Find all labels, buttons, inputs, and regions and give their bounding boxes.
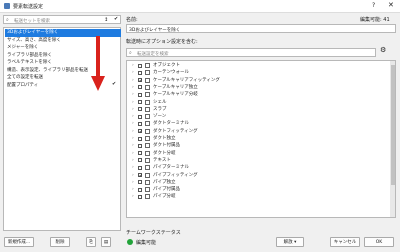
chevron-right-icon[interactable]: › — [132, 128, 134, 135]
checkbox[interactable] — [138, 194, 142, 199]
chevron-right-icon[interactable]: › — [132, 135, 134, 142]
checkbox[interactable] — [138, 180, 142, 185]
element-icon — [145, 128, 150, 134]
element-icon — [145, 84, 150, 90]
search-icon: ⌕ — [129, 50, 132, 56]
import-icon[interactable]: ⎘ — [86, 237, 96, 247]
element-icon — [145, 63, 150, 68]
chevron-right-icon[interactable]: › — [132, 172, 134, 179]
new-button[interactable]: 新規作成... — [4, 237, 34, 247]
chevron-right-icon[interactable]: › — [132, 179, 134, 186]
edit-available: 編集可能: 41 — [360, 17, 390, 23]
name-label: 名前: — [126, 17, 138, 23]
applied-check-icon: ✔ — [112, 81, 117, 87]
search-icon: ⌕ — [6, 17, 9, 23]
element-icon — [145, 194, 150, 200]
chevron-right-icon[interactable]: › — [132, 142, 134, 149]
chevron-right-icon[interactable]: › — [132, 186, 134, 193]
element-icon — [145, 99, 150, 105]
element-icon — [145, 121, 150, 127]
window-title: 要素転送設定 — [13, 4, 44, 10]
scrollbar-thumb[interactable] — [391, 65, 395, 185]
chevron-right-icon[interactable]: › — [132, 150, 134, 157]
chevron-right-icon[interactable]: › — [132, 193, 134, 200]
element-icon — [145, 106, 150, 112]
element-icon — [145, 70, 150, 76]
chevron-right-icon[interactable]: › — [132, 99, 134, 106]
checkbox[interactable]: ✔ — [138, 129, 142, 134]
sort-icon[interactable]: ↕ — [104, 17, 108, 23]
element-icon — [145, 187, 150, 193]
chevron-right-icon[interactable]: › — [132, 106, 134, 113]
checkbox[interactable] — [138, 158, 142, 163]
check-column-icon: ✔ — [114, 16, 119, 22]
chevron-right-icon[interactable]: › — [132, 113, 134, 120]
chevron-right-icon[interactable]: › — [132, 84, 134, 91]
element-icon — [145, 92, 150, 98]
help-button[interactable]: ? — [372, 2, 375, 9]
elements-label: 転送時にオプション設定を含む: — [126, 39, 198, 45]
app-icon — [4, 3, 10, 9]
checkbox[interactable] — [138, 143, 142, 148]
element-icon — [145, 114, 150, 120]
close-button[interactable]: ✕ — [388, 1, 394, 9]
title-bar: 要素転送設定 ? ✕ — [0, 0, 400, 13]
name-field[interactable]: 3Dおよびレイヤーを除く — [126, 24, 396, 33]
gear-icon[interactable]: ⚙ — [380, 46, 386, 54]
ok-button[interactable]: OK — [364, 237, 394, 247]
checkbox[interactable]: ✔ — [138, 173, 142, 178]
element-icon — [145, 136, 150, 141]
chevron-right-icon[interactable]: › — [132, 164, 134, 171]
checkbox[interactable]: ✔ — [138, 78, 142, 83]
right-search-input[interactable]: ⌕ 転送設定を検索 — [126, 48, 376, 57]
checkbox[interactable] — [138, 114, 142, 119]
chevron-down-icon: ▾ — [292, 240, 297, 245]
element-icon — [145, 157, 150, 163]
teamwork-label: チームワークステータス — [126, 230, 181, 236]
delete-button[interactable]: 削除 — [50, 237, 70, 247]
chevron-right-icon[interactable]: › — [132, 91, 134, 98]
element-tree: › オブジェクト › カーテンウォール › ✔ ケーブルキャリアフィッティング › ケーブ… — [126, 60, 396, 218]
checkbox[interactable] — [138, 165, 142, 170]
chevron-right-icon[interactable]: › — [132, 69, 134, 76]
down-arrow-annotation — [91, 36, 105, 91]
checkbox[interactable] — [138, 85, 142, 90]
element-icon — [145, 179, 150, 185]
release-button[interactable]: 解放 ▾ — [276, 237, 304, 247]
element-icon — [145, 150, 150, 156]
export-icon[interactable]: ▤ — [101, 237, 111, 247]
chevron-right-icon[interactable]: › — [132, 157, 134, 164]
name-value: 3Dおよびレイヤーを除く — [129, 27, 181, 33]
checkbox[interactable] — [138, 187, 142, 192]
element-icon — [145, 77, 150, 83]
checkbox[interactable] — [138, 70, 142, 75]
checkbox[interactable] — [138, 100, 142, 104]
cancel-button[interactable]: キャンセル — [330, 237, 360, 247]
tree-scrollbar[interactable] — [390, 61, 395, 217]
arrow-shaft — [96, 36, 100, 78]
element-icon — [145, 165, 150, 171]
element-icon — [145, 172, 150, 178]
chevron-right-icon[interactable]: › — [132, 77, 134, 84]
search-placeholder: 転送設定を検索 — [137, 51, 169, 57]
checkbox[interactable] — [138, 136, 142, 141]
chevron-right-icon[interactable]: › — [132, 120, 134, 127]
status-green-icon — [127, 239, 133, 245]
checkbox[interactable] — [138, 92, 142, 97]
checkbox[interactable] — [138, 63, 142, 68]
arrow-head — [91, 76, 105, 91]
element-icon — [145, 143, 150, 149]
checkbox[interactable] — [138, 121, 142, 126]
checkbox[interactable] — [138, 107, 142, 112]
search-placeholder: 転送セットを検索 — [14, 18, 50, 24]
checkbox[interactable] — [138, 151, 142, 156]
chevron-right-icon[interactable]: › — [132, 62, 134, 69]
teamwork-status: 編集可能 — [136, 240, 157, 246]
